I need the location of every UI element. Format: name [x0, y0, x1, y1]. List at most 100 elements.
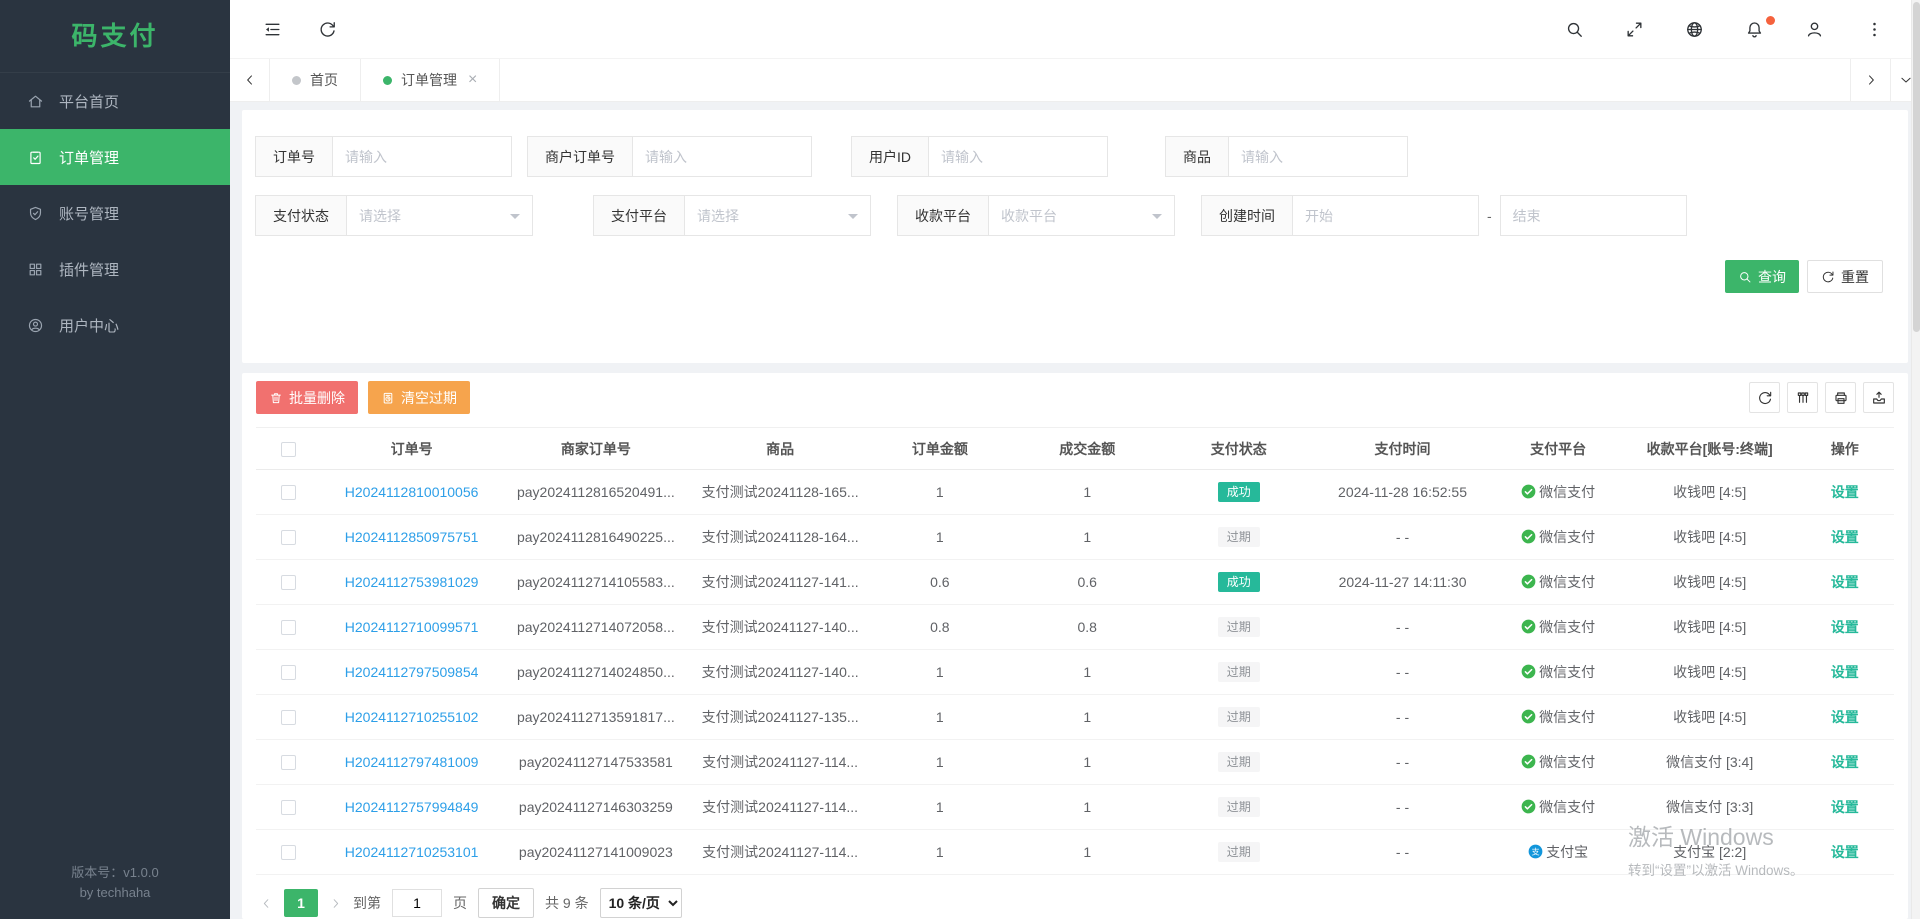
product-name: 支付测试20241127-141...	[690, 560, 870, 605]
alipay-icon: 支	[1528, 844, 1543, 859]
status-badge: 过期	[1218, 617, 1260, 637]
fullscreen-button[interactable]	[1622, 17, 1646, 41]
refresh-button[interactable]	[1749, 382, 1780, 413]
order-number-link[interactable]: H2024112710099571	[345, 619, 479, 635]
pay-time: - -	[1312, 740, 1492, 785]
row-checkbox[interactable]	[281, 710, 296, 725]
version-number: 版本号：v1.0.0	[0, 863, 230, 883]
settings-link[interactable]: 设置	[1831, 754, 1859, 770]
settings-link[interactable]: 设置	[1831, 529, 1859, 545]
tab-label: 首页	[310, 70, 338, 90]
app-logo: 码支付	[0, 0, 230, 73]
order-number-link[interactable]: H2024112810010056	[345, 484, 479, 500]
close-icon[interactable]: ×	[468, 72, 477, 88]
sidebar-item-user-center[interactable]: 用户中心	[0, 297, 230, 353]
row-checkbox[interactable]	[281, 485, 296, 500]
filter-merchant-order-no: 商户订单号	[527, 136, 812, 177]
page-scrollbar[interactable]	[1911, 0, 1920, 919]
select-all-checkbox[interactable]	[281, 442, 296, 457]
table-row: H2024112710253101pay20241127141009023支付测…	[256, 830, 1894, 875]
scrollbar-thumb[interactable]	[1913, 2, 1920, 332]
settings-link[interactable]: 设置	[1831, 844, 1859, 860]
sidebar-item-accounts[interactable]: 账号管理	[0, 185, 230, 241]
receive-account: 微信支付 [3:4]	[1624, 740, 1796, 785]
user-id-input[interactable]	[928, 136, 1108, 177]
order-number-link[interactable]: H2024112753981029	[345, 574, 479, 590]
order-number-link[interactable]: H2024112850975751	[345, 529, 479, 545]
page-size-select[interactable]: 10 条/页	[600, 888, 682, 918]
search-button[interactable]: 查询	[1725, 260, 1799, 293]
sidebar-item-home[interactable]: 平台首页	[0, 73, 230, 129]
order-amount: 1	[870, 785, 1009, 830]
tab-orders[interactable]: 订单管理 ×	[361, 59, 500, 101]
refresh-page-button[interactable]	[315, 17, 339, 41]
order-no-input[interactable]	[332, 136, 512, 177]
settings-link[interactable]: 设置	[1831, 484, 1859, 500]
paid-amount: 1	[1009, 830, 1165, 875]
more-button[interactable]	[1862, 17, 1886, 41]
batch-delete-button[interactable]: 批量删除	[256, 381, 358, 414]
sidebar-item-orders[interactable]: 订单管理	[0, 129, 230, 185]
columns-button[interactable]	[1787, 382, 1818, 413]
goto-page-input[interactable]	[392, 889, 442, 917]
clear-expired-button[interactable]: 清空过期	[368, 381, 470, 414]
export-button[interactable]	[1863, 382, 1894, 413]
print-button[interactable]	[1825, 382, 1856, 413]
pay-platform-select[interactable]: 请选择	[684, 195, 871, 236]
order-amount: 1	[870, 650, 1009, 695]
date-start-input[interactable]	[1292, 195, 1479, 236]
column-header: 成交金额	[1009, 428, 1165, 470]
svg-text:支: 支	[1532, 847, 1540, 857]
globe-button[interactable]	[1682, 17, 1706, 41]
filter-actions: 查询 重置	[242, 260, 1908, 293]
receive-platform-select[interactable]: 收款平台	[988, 195, 1175, 236]
pay-time: - -	[1312, 650, 1492, 695]
confirm-page-button[interactable]: 确定	[478, 888, 534, 918]
row-checkbox[interactable]	[281, 620, 296, 635]
pay-time: - -	[1312, 695, 1492, 740]
row-checkbox[interactable]	[281, 575, 296, 590]
main-area: 首页订单管理× 订单号商户订单号用户ID商品 支付状态请选择支付平台请选择收款平…	[230, 0, 1920, 919]
settings-link[interactable]: 设置	[1831, 619, 1859, 635]
tabs-scroll-left-button[interactable]	[230, 59, 270, 101]
pay-platform: 微信支付	[1521, 527, 1595, 547]
sidebar-collapse-button[interactable]	[260, 17, 284, 41]
merchant-order-no-input[interactable]	[632, 136, 812, 177]
settings-link[interactable]: 设置	[1831, 799, 1859, 815]
settings-link[interactable]: 设置	[1831, 709, 1859, 725]
sidebar-item-plugins[interactable]: 插件管理	[0, 241, 230, 297]
tabs-scroll-right-button[interactable]	[1850, 59, 1890, 101]
reset-button[interactable]: 重置	[1807, 260, 1883, 293]
bell-button[interactable]	[1742, 17, 1766, 41]
merchant-order-no: pay2024112816490225...	[502, 515, 690, 560]
row-checkbox[interactable]	[281, 800, 296, 815]
row-checkbox[interactable]	[281, 530, 296, 545]
current-page[interactable]: 1	[284, 889, 318, 917]
row-checkbox[interactable]	[281, 845, 296, 860]
pay-status-select[interactable]: 请选择	[346, 195, 533, 236]
pay-platform: 微信支付	[1521, 752, 1595, 772]
tab-label: 订单管理	[401, 70, 457, 90]
row-checkbox[interactable]	[281, 665, 296, 680]
order-number-link[interactable]: H2024112797509854	[345, 664, 479, 680]
date-end-input[interactable]	[1500, 195, 1687, 236]
column-header: 订单号	[322, 428, 502, 470]
order-number-link[interactable]: H2024112797481009	[345, 754, 479, 770]
order-number-link[interactable]: H2024112710253101	[345, 844, 479, 860]
prev-page-button[interactable]	[260, 897, 273, 910]
user-button[interactable]	[1802, 17, 1826, 41]
order-number-link[interactable]: H2024112757994849	[345, 799, 479, 815]
tab-home[interactable]: 首页	[270, 59, 361, 101]
total-count: 共 9 条	[545, 893, 589, 913]
pay-platform: 支支付宝	[1528, 842, 1588, 862]
settings-link[interactable]: 设置	[1831, 664, 1859, 680]
filter-order-no: 订单号	[255, 136, 512, 177]
order-number-link[interactable]: H2024112710255102	[345, 709, 479, 725]
merchant-order-no: pay2024112714072058...	[502, 605, 690, 650]
row-checkbox[interactable]	[281, 755, 296, 770]
search-button[interactable]	[1562, 17, 1586, 41]
product-input[interactable]	[1228, 136, 1408, 177]
settings-link[interactable]: 设置	[1831, 574, 1859, 590]
filter-pay-status: 支付状态请选择	[255, 195, 533, 236]
next-page-button[interactable]	[329, 897, 342, 910]
